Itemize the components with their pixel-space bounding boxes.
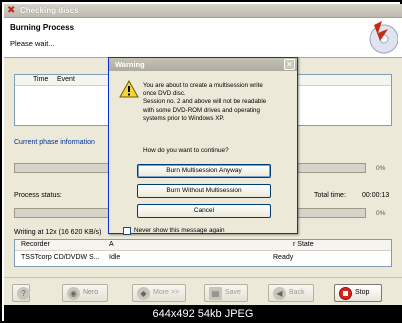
total-time-value: 00:00:13 [362, 192, 390, 199]
recorder-table-header: Recorder A r State [15, 240, 391, 251]
process-status-label: Process status: [14, 192, 62, 199]
dialog-question: How do you want to continue? [143, 147, 229, 154]
recorder-status: Idle [109, 254, 121, 261]
stop-icon [339, 287, 352, 300]
process-percent: 0% [376, 210, 386, 217]
more-button-label: More >> [153, 289, 180, 296]
save-icon: ▤ [209, 287, 222, 300]
image-info-strip: 644x492 54kb JPEG [4, 305, 402, 323]
burn-multisession-anyway-button[interactable]: Burn Multisession Anyway [137, 164, 271, 178]
never-show-label[interactable]: Never show this message again [134, 227, 225, 234]
total-time-label: Total time: [314, 192, 346, 199]
nero-disc-logo-icon [369, 21, 398, 54]
back-button[interactable]: ◀ Back [268, 284, 314, 302]
message-line: with some DVD-ROM drives and operating [143, 106, 260, 114]
help-icon: ? [17, 287, 30, 300]
stop-button-label: Stop [355, 289, 370, 296]
screenshot-frame: ✖ Checking discs Burning Process Please … [0, 0, 402, 323]
dialog-title-bar: Warning ✕ [109, 58, 297, 71]
log-col-event[interactable]: Event [57, 76, 75, 83]
phase-label: Current phase information [14, 139, 95, 146]
message-line: Session no. 2 and above will not be read… [143, 98, 267, 106]
page-subtitle: Please wait... [10, 39, 55, 48]
help-button[interactable]: ? [12, 284, 30, 302]
title-bar: ✖ Checking discs [4, 4, 402, 18]
window-title: Checking discs [20, 6, 79, 15]
more-button[interactable]: ◆ More >> [132, 284, 186, 302]
dialog-title: Warning [115, 60, 145, 69]
save-button-label: Save [225, 289, 241, 296]
burn-without-multisession-button[interactable]: Burn Without Multisession [137, 184, 271, 198]
bottom-toolbar: ? ◉ Nero ◆ More >> ▤ Save ◀ Back Stop [4, 277, 402, 305]
phase-percent: 0% [376, 165, 386, 172]
page-title: Burning Process [10, 23, 75, 32]
col-state[interactable]: r State [293, 241, 314, 248]
writing-speed-text: Writing at 12x (16 620 KB/s) [14, 229, 102, 236]
recorder-name[interactable]: TSSTcorp CD/DVDW S... [21, 254, 100, 261]
back-button-label: Back [289, 289, 305, 296]
image-caption: 644x492 54kb JPEG [152, 308, 254, 320]
nero-button-label: Nero [83, 289, 99, 296]
warning-dialog: Warning ✕ You are about to create a mult… [108, 57, 298, 235]
dialog-close-button[interactable]: ✕ [284, 59, 295, 70]
stop-button[interactable]: Stop [334, 284, 382, 302]
recorder-state: Ready [273, 254, 294, 261]
cancel-button[interactable]: Cancel [137, 204, 271, 218]
save-button[interactable]: ▤ Save [204, 284, 248, 302]
recorder-table[interactable]: Recorder A r State TSSTcorp CD/DVDW S...… [14, 239, 392, 267]
never-show-checkbox[interactable] [123, 227, 131, 235]
col-recorder[interactable]: Recorder [21, 241, 50, 248]
log-col-time[interactable]: Time [33, 76, 48, 83]
message-line: systems prior to Windows XP. [143, 114, 225, 122]
col-action[interactable]: A [109, 241, 114, 248]
nero-logo-icon: ✖ [7, 5, 16, 16]
back-arrow-icon: ◀ [273, 287, 286, 300]
more-icon: ◆ [137, 287, 150, 300]
message-line: You are about to create a multisession w… [143, 82, 263, 89]
warning-message: You are about to create a multisession w… [143, 82, 295, 123]
header-panel: Burning Process Please wait... [4, 18, 402, 58]
warning-icon [119, 80, 139, 98]
nero-button[interactable]: ◉ Nero [62, 284, 108, 302]
nero-burn-icon: ◉ [67, 287, 80, 300]
message-line: once DVD disc. [143, 90, 186, 98]
